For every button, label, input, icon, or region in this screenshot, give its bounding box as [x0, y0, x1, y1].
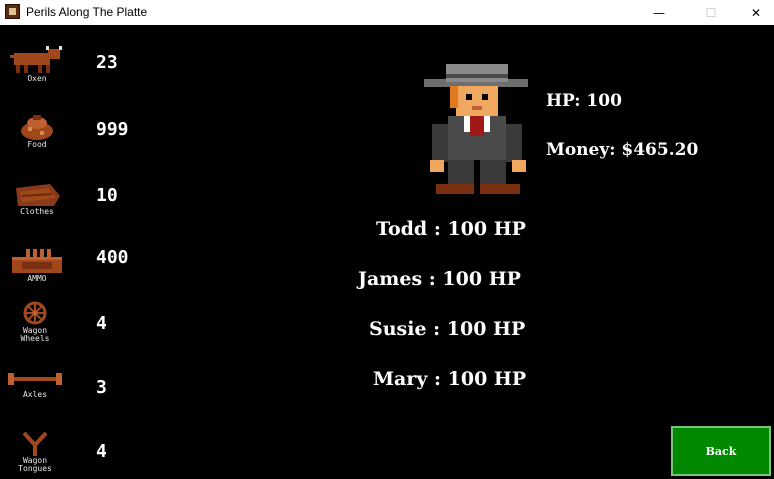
- close-button[interactable]: ✕: [733, 0, 774, 25]
- inventory-item-ammo: AMMO: [8, 247, 66, 283]
- axle-icon: [8, 373, 62, 385]
- inventory-value-axles: 3: [96, 377, 107, 398]
- inventory-item-wagon-wheels: Wagon Wheels: [6, 301, 64, 343]
- maximize-button[interactable]: ☐: [688, 0, 734, 25]
- player-avatar: [424, 64, 528, 194]
- game-screen: Oxen 23 Food 999 Clothes 10 AMMO 400 Wag…: [0, 25, 774, 479]
- inventory-value-wagon-wheels: 4: [96, 313, 107, 334]
- minimize-button[interactable]: —: [636, 0, 682, 25]
- party-member-mary: Mary : 100 HP: [373, 368, 527, 390]
- inventory-value-oxen: 23: [96, 52, 118, 73]
- inventory-item-clothes: Clothes: [8, 182, 66, 216]
- player-hp-text: HP: 100: [546, 91, 622, 111]
- clothes-icon: [16, 184, 60, 206]
- ox-icon: [10, 46, 62, 73]
- inventory-label: Axles: [22, 390, 48, 399]
- party-member-todd: Todd : 100 HP: [376, 218, 526, 240]
- inventory-item-wagon-tongues: Wagon Tongues: [6, 431, 64, 473]
- party-member-susie: Susie : 100 HP: [369, 318, 526, 340]
- window-title: Perils Along The Platte: [26, 5, 148, 19]
- inventory-label: Food: [27, 140, 47, 149]
- wagon-wheel-icon: [23, 301, 47, 325]
- inventory-label: Wagon Tongues: [18, 456, 52, 473]
- inventory-label: Oxen: [27, 74, 47, 83]
- inventory-label: Wagon Wheels: [20, 326, 50, 343]
- inventory-item-axles: Axles: [6, 367, 64, 399]
- inventory-value-ammo: 400: [96, 247, 129, 268]
- party-member-james: James : 100 HP: [358, 268, 521, 290]
- inventory-value-food: 999: [96, 119, 129, 140]
- inventory-value-clothes: 10: [96, 185, 118, 206]
- inventory-item-oxen: Oxen: [8, 45, 66, 83]
- inventory-item-food: Food: [8, 113, 66, 149]
- app-icon: [5, 4, 20, 19]
- back-button[interactable]: Back: [671, 426, 771, 476]
- inventory-value-wagon-tongues: 4: [96, 441, 107, 462]
- wagon-tongue-icon: [22, 431, 48, 456]
- ammo-crate-icon: [12, 249, 62, 273]
- food-sack-icon: [21, 115, 53, 140]
- window-titlebar: Perils Along The Platte — ☐ ✕: [0, 0, 774, 25]
- inventory-label: Clothes: [20, 207, 54, 216]
- player-money-text: Money: $465.20: [546, 140, 699, 160]
- inventory-label: AMMO: [27, 274, 47, 283]
